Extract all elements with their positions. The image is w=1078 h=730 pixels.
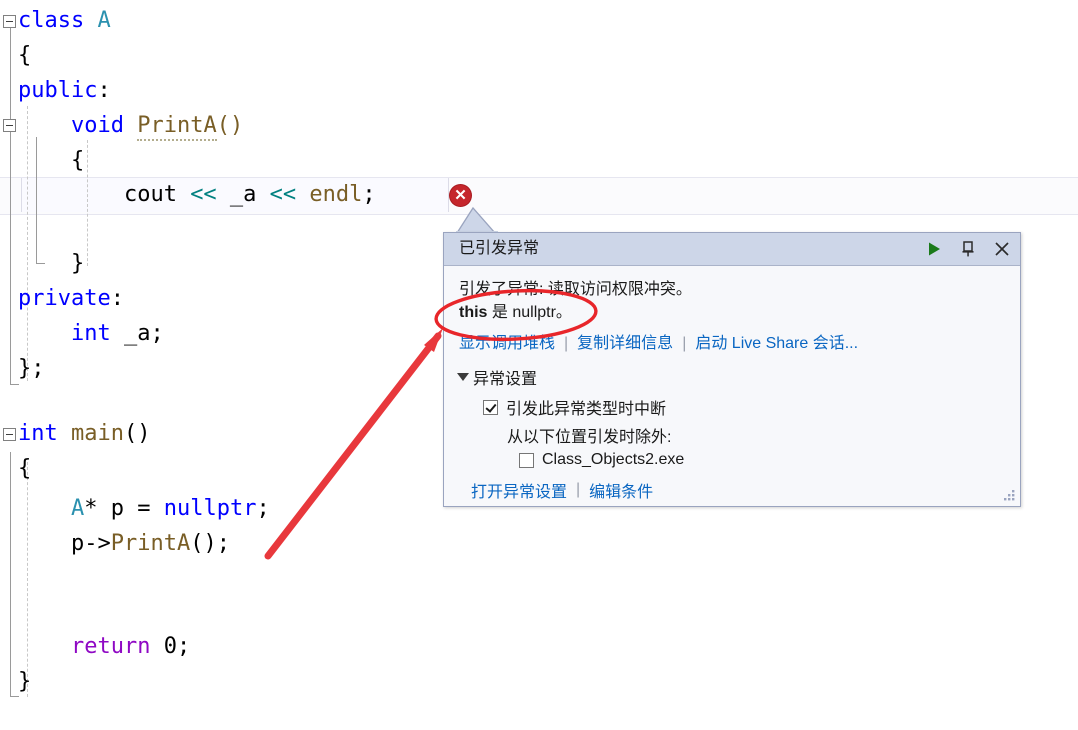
break-when-thrown-row[interactable]: 引发此异常类型时中断: [483, 395, 1020, 419]
resize-grip[interactable]: [1002, 489, 1016, 503]
except-when-thrown-from-label: 从以下位置引发时除外:: [507, 429, 672, 446]
play-icon: [929, 242, 940, 256]
nullptr-text: 是 nullptr。: [487, 304, 572, 321]
code-line-current[interactable]: cout << _a << endl;: [0, 178, 1078, 212]
break-when-thrown-checkbox[interactable]: [483, 399, 498, 415]
edit-conditions-link[interactable]: 编辑条件: [589, 478, 653, 502]
vs-debugger-screen: class A { public: void PrintA() { cout <…: [0, 0, 1078, 730]
break-when-thrown-label: 引发此异常类型时中断: [506, 401, 667, 418]
show-call-stack-link[interactable]: 显示调用堆栈: [459, 333, 555, 355]
continue-button[interactable]: [924, 239, 944, 259]
close-icon: [995, 242, 1009, 256]
popup-header-buttons: [924, 233, 1012, 265]
popup-header: 已引发异常: [444, 233, 1020, 266]
exception-message-line1: 引发了异常: 读取访问权限冲突。: [459, 281, 692, 298]
start-live-share-link[interactable]: 启动 Live Share 会话...: [695, 333, 858, 355]
exception-message-line2: this 是 nullptr。: [459, 301, 1020, 324]
pin-icon: [962, 241, 974, 257]
code-line[interactable]: class A: [0, 4, 1078, 38]
popup-bottom-links: 打开异常设置 | 编辑条件: [471, 478, 1020, 502]
this-keyword: this: [459, 304, 488, 321]
error-x-icon[interactable]: ✕: [450, 185, 471, 206]
code-line[interactable]: return 0;: [0, 630, 1078, 664]
popup-body: 引发了异常: 读取访问权限冲突。 this 是 nullptr。 显示调用堆栈 …: [444, 266, 1020, 502]
module-exclusion-row[interactable]: Class_Objects2.exe: [519, 451, 1020, 469]
link-separator: |: [564, 335, 569, 352]
popup-links-row: 显示调用堆栈 | 复制详细信息 | 启动 Live Share 会话...: [459, 333, 1020, 355]
copy-details-link[interactable]: 复制详细信息: [577, 333, 673, 355]
code-line[interactable]: public:: [0, 74, 1078, 108]
except-when-thrown-from-row: 从以下位置引发时除外:: [507, 423, 1020, 447]
popup-callout-tail: [456, 206, 498, 233]
code-line[interactable]: void PrintA(): [0, 109, 1078, 143]
exception-popup[interactable]: 已引发异常 引发了异常: 读取访问权限冲突。 this 是 nullptr。 显…: [443, 232, 1021, 507]
close-button[interactable]: [992, 239, 1012, 259]
code-line[interactable]: {: [0, 39, 1078, 73]
error-x-glyph: ✕: [454, 187, 467, 204]
code-line[interactable]: }: [0, 665, 1078, 699]
popup-title: 已引发异常: [459, 240, 540, 257]
code-line[interactable]: {: [0, 144, 1078, 178]
module-exclusion-label: Class_Objects2.exe: [542, 451, 685, 468]
link-separator: |: [576, 481, 581, 498]
exception-settings-label: 异常设置: [473, 371, 538, 388]
pin-button[interactable]: [958, 239, 978, 259]
exception-settings-section[interactable]: 异常设置: [457, 365, 1020, 389]
link-separator: |: [682, 335, 687, 352]
open-exception-settings-link[interactable]: 打开异常设置: [471, 478, 567, 502]
module-exclusion-checkbox[interactable]: [519, 452, 534, 468]
chevron-down-icon: [457, 373, 469, 381]
code-line[interactable]: p->PrintA();: [0, 527, 1078, 561]
